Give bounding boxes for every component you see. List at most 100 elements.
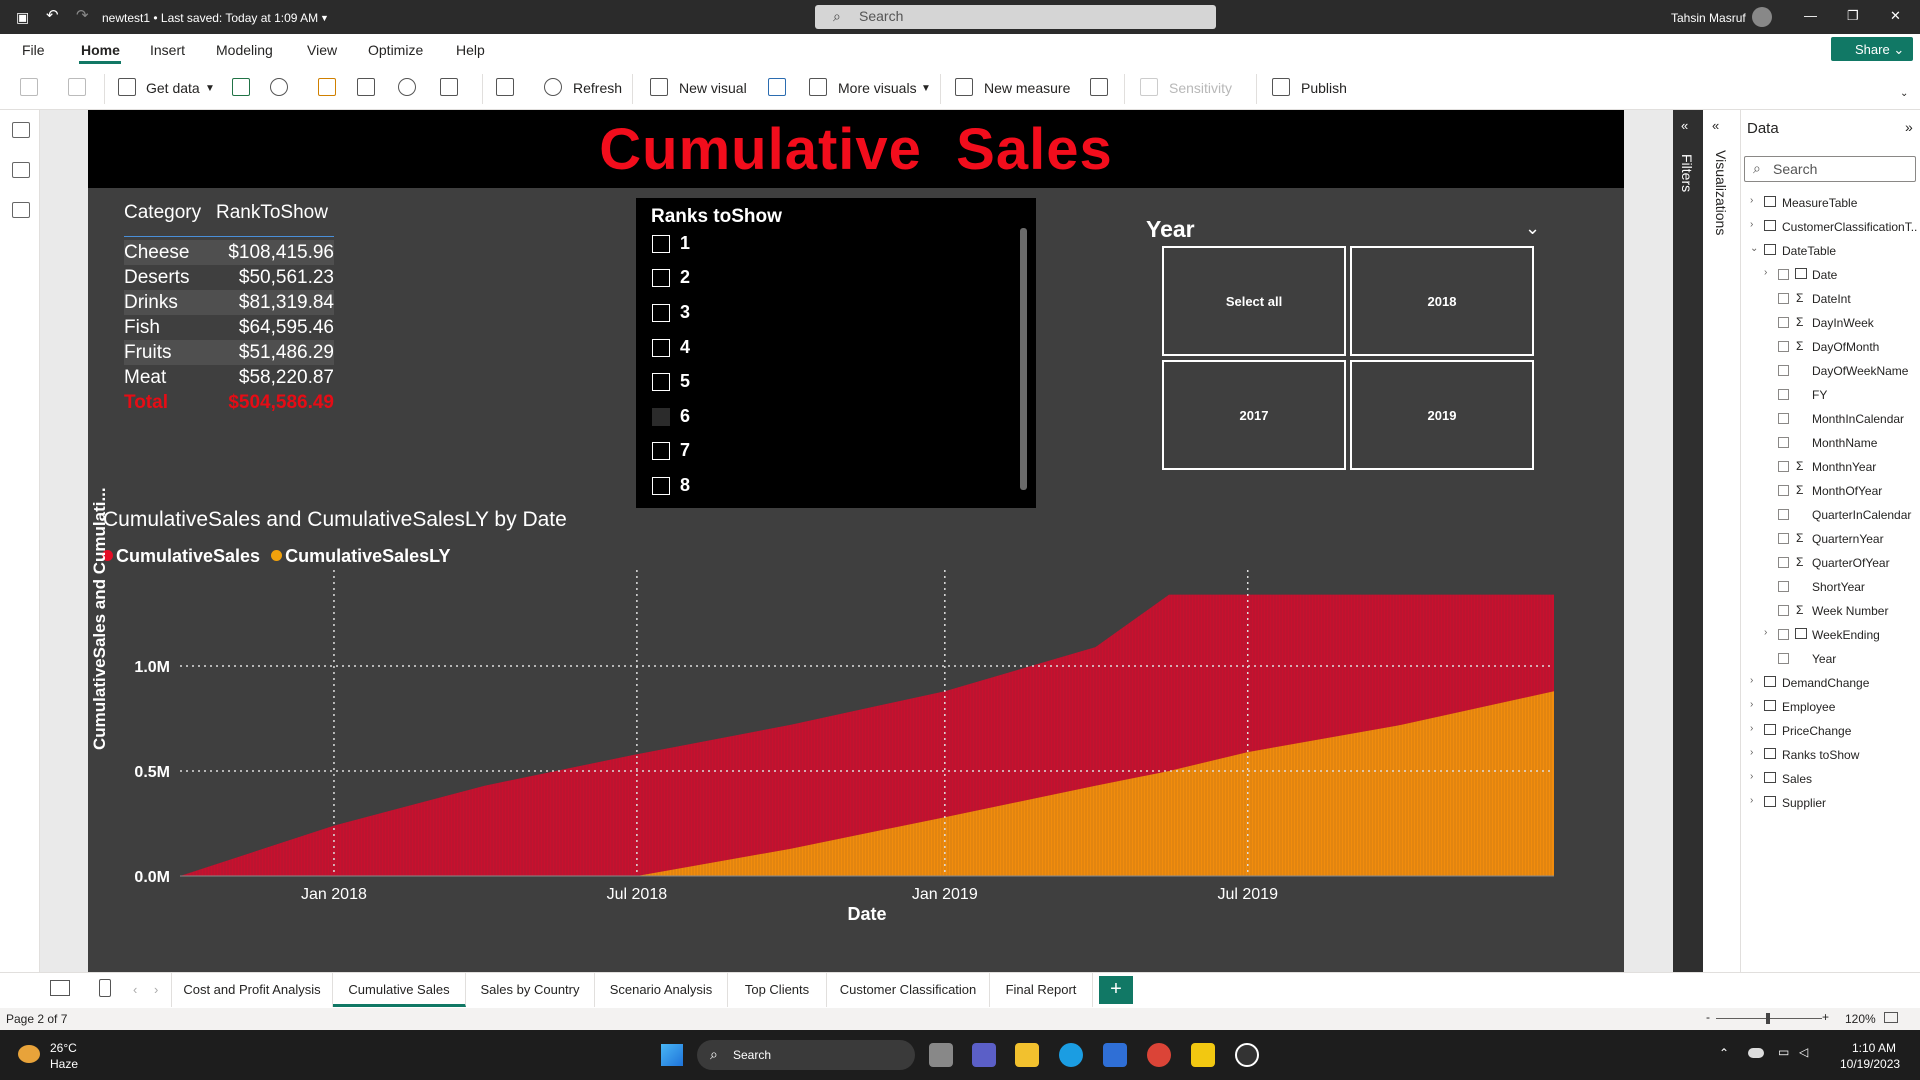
tab-customer-classification[interactable]: Customer Classification bbox=[827, 973, 990, 1007]
data-table-item[interactable]: › CustomerClassificationT... bbox=[1750, 218, 1918, 236]
collapse-data-pane-icon[interactable]: » bbox=[1905, 119, 1913, 135]
tab-prev-icon[interactable]: ‹ bbox=[133, 982, 137, 997]
clock-date[interactable]: 10/19/2023 bbox=[1840, 1057, 1900, 1071]
checkbox[interactable] bbox=[652, 235, 670, 253]
fit-to-page-icon[interactable] bbox=[1884, 1012, 1898, 1023]
new-visual-button[interactable]: New visual bbox=[679, 80, 747, 96]
field-checkbox[interactable] bbox=[1778, 485, 1789, 496]
edge-icon[interactable] bbox=[1059, 1043, 1083, 1067]
zoom-in-button[interactable]: + bbox=[1822, 1010, 1829, 1024]
tab-cost-and-profit-analysis[interactable]: Cost and Profit Analysis bbox=[171, 973, 333, 1007]
year-tile-2019[interactable]: 2019 bbox=[1350, 360, 1534, 470]
sql-server-icon[interactable] bbox=[318, 78, 336, 96]
data-table-item[interactable]: › MeasureTable bbox=[1750, 194, 1918, 212]
menu-help[interactable]: Help bbox=[456, 42, 485, 58]
zoom-level[interactable]: 120% bbox=[1845, 1012, 1876, 1026]
weather-desc[interactable]: Haze bbox=[50, 1057, 78, 1071]
more-visuals-chevron-icon[interactable]: ▼ bbox=[921, 83, 931, 94]
checkbox[interactable] bbox=[652, 408, 670, 426]
chevron-down-icon[interactable]: ⌄ bbox=[1750, 243, 1758, 254]
checkbox[interactable] bbox=[652, 269, 670, 287]
data-field-item[interactable]: ShortYear bbox=[1764, 578, 1918, 596]
field-checkbox[interactable] bbox=[1778, 341, 1789, 352]
chevron-right-icon[interactable]: › bbox=[1750, 747, 1753, 758]
save-icon[interactable]: ▣ bbox=[16, 9, 29, 26]
field-checkbox[interactable] bbox=[1778, 557, 1789, 568]
data-table-item[interactable]: ⌄ DateTable bbox=[1750, 242, 1918, 260]
rank-option-1[interactable]: 1 bbox=[652, 231, 952, 257]
undo-icon[interactable]: ↶ bbox=[46, 6, 59, 24]
teams-icon[interactable] bbox=[972, 1043, 996, 1067]
collapse-filters-icon[interactable]: « bbox=[1681, 118, 1688, 133]
global-search-input[interactable]: ⌕ Search bbox=[815, 5, 1216, 29]
data-field-item[interactable]: Σ DayOfMonth bbox=[1764, 338, 1918, 356]
data-table-item[interactable]: › Employee bbox=[1750, 698, 1918, 716]
field-checkbox[interactable] bbox=[1778, 389, 1789, 400]
ranks-scrollbar[interactable] bbox=[1020, 228, 1027, 490]
table-header-category[interactable]: Category bbox=[124, 202, 201, 232]
filters-pane[interactable]: « Filters bbox=[1673, 110, 1703, 972]
new-measure-button[interactable]: New measure bbox=[984, 80, 1070, 96]
field-checkbox[interactable] bbox=[1778, 269, 1789, 280]
weather-icon[interactable] bbox=[18, 1045, 40, 1063]
data-table-item[interactable]: › PriceChange bbox=[1750, 722, 1918, 740]
data-field-item[interactable]: MonthName bbox=[1764, 434, 1918, 452]
checkbox[interactable] bbox=[652, 304, 670, 322]
year-tile-2017[interactable]: 2017 bbox=[1162, 360, 1346, 470]
visualizations-label[interactable]: Visualizations bbox=[1713, 150, 1729, 235]
refresh-button[interactable]: Refresh bbox=[573, 80, 622, 96]
chevron-right-icon[interactable]: › bbox=[1750, 771, 1753, 782]
text-box-icon[interactable] bbox=[768, 78, 786, 96]
store-icon[interactable] bbox=[1103, 1043, 1127, 1067]
zoom-slider-thumb[interactable] bbox=[1766, 1013, 1770, 1024]
data-table-item[interactable]: › DemandChange bbox=[1750, 674, 1918, 692]
desktop-layout-icon[interactable] bbox=[50, 980, 70, 996]
year-slicer-chevron-icon[interactable]: ⌄ bbox=[1525, 218, 1540, 239]
data-field-item[interactable]: Σ QuarterOfYear bbox=[1764, 554, 1918, 572]
chevron-right-icon[interactable]: › bbox=[1764, 267, 1767, 278]
data-field-item[interactable]: Σ Week Number bbox=[1764, 602, 1918, 620]
checkbox[interactable] bbox=[652, 339, 670, 357]
power-bi-icon[interactable] bbox=[1191, 1043, 1215, 1067]
redo-icon[interactable]: ↷ bbox=[76, 6, 89, 24]
data-field-item[interactable]: Σ MonthOfYear bbox=[1764, 482, 1918, 500]
field-checkbox[interactable] bbox=[1778, 629, 1789, 640]
onedrive-icon[interactable] bbox=[1748, 1048, 1764, 1058]
excel-icon[interactable] bbox=[232, 78, 250, 96]
data-hub-icon[interactable] bbox=[270, 78, 288, 96]
volume-icon[interactable]: ◁ bbox=[1799, 1045, 1808, 1059]
visualizations-pane[interactable]: « Visualizations bbox=[1703, 110, 1741, 972]
data-field-item[interactable]: Σ DayInWeek bbox=[1764, 314, 1918, 332]
share-button[interactable]: Share ⌄ bbox=[1831, 37, 1913, 61]
rank-option-6[interactable]: 6 bbox=[652, 404, 952, 430]
legend-cumulativesales[interactable]: CumulativeSales bbox=[116, 546, 260, 566]
chevron-right-icon[interactable]: › bbox=[1750, 675, 1753, 686]
minimize-button[interactable]: — bbox=[1804, 8, 1817, 23]
data-field-item[interactable]: FY bbox=[1764, 386, 1918, 404]
data-field-item[interactable]: DayOfWeekName bbox=[1764, 362, 1918, 380]
field-checkbox[interactable] bbox=[1778, 461, 1789, 472]
mobile-layout-icon[interactable] bbox=[99, 979, 111, 997]
area-chart[interactable]: 0.0M 0.5M 1.0M Jan 2018 Jul 2018 Jan 2019 Jul … bbox=[88, 570, 1624, 970]
task-view-icon[interactable] bbox=[929, 1043, 953, 1067]
data-search-input[interactable]: ⌕ Search bbox=[1744, 156, 1916, 182]
data-field-item[interactable]: Σ DateInt bbox=[1764, 290, 1918, 308]
data-field-item[interactable]: › WeekEnding bbox=[1764, 626, 1918, 644]
file-title[interactable]: newtest1 • Last saved: Today at 1:09 AM bbox=[102, 11, 318, 25]
data-field-item[interactable]: MonthInCalendar bbox=[1764, 410, 1918, 428]
quick-measure-icon[interactable] bbox=[1090, 78, 1108, 96]
field-checkbox[interactable] bbox=[1778, 365, 1789, 376]
data-field-item[interactable]: › Date bbox=[1764, 266, 1918, 284]
field-checkbox[interactable] bbox=[1778, 653, 1789, 664]
chrome-icon[interactable] bbox=[1147, 1043, 1171, 1067]
field-checkbox[interactable] bbox=[1778, 605, 1789, 616]
field-checkbox[interactable] bbox=[1778, 317, 1789, 328]
tray-expand-icon[interactable]: ⌃ bbox=[1719, 1046, 1729, 1060]
tab-cumulative-sales[interactable]: Cumulative Sales bbox=[333, 973, 466, 1007]
file-title-chevron-icon[interactable]: ▼ bbox=[320, 13, 329, 23]
tab-next-icon[interactable]: › bbox=[154, 982, 158, 997]
get-data-button[interactable]: Get data bbox=[146, 80, 200, 96]
publish-button[interactable]: Publish bbox=[1301, 80, 1347, 96]
checkbox[interactable] bbox=[652, 477, 670, 495]
ribbon-collapse-icon[interactable]: ⌄ bbox=[1900, 88, 1908, 99]
